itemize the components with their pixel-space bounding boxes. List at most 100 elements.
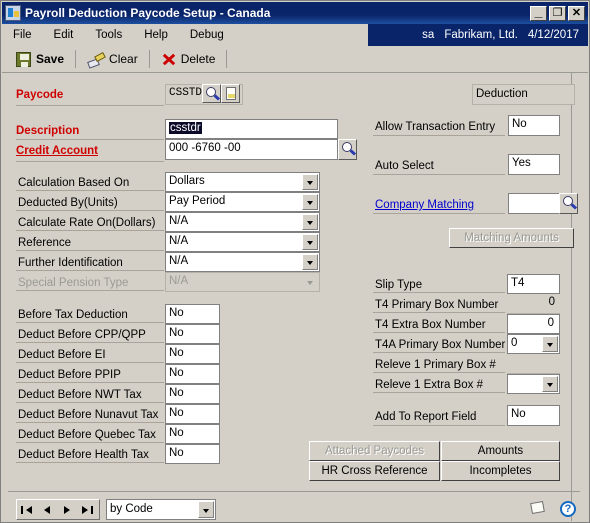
deduct-before-cpp-qpp-value[interactable]: No [165,324,220,344]
chevron-down-icon[interactable] [542,376,558,392]
reference-dropdown[interactable]: N/A [165,232,320,252]
deduct-before-quebec-tax-value[interactable]: No [165,424,220,444]
incompletes-button[interactable]: Incompletes [441,461,560,481]
toolbar-separator [148,50,150,68]
menu-file[interactable]: File [2,26,43,44]
calculation-based-on-dropdown[interactable]: Dollars [165,172,320,192]
calculation-based-on-label: Calculation Based On [18,177,130,189]
deduct-before-health-tax-value[interactable]: No [165,444,220,464]
chevron-down-icon[interactable] [302,194,318,210]
close-button[interactable]: ✕ [568,5,585,21]
deduct-before-nwt-tax-value[interactable]: No [165,384,220,404]
further-identification-dropdown[interactable]: N/A [165,252,320,272]
t4-extra-box-number-value[interactable]: 0 [507,314,560,334]
save-icon [16,51,31,67]
allow-transaction-entry-label: Allow Transaction Entry [375,121,496,133]
t4a-primary-box-number-label: T4A Primary Box Number [375,339,506,351]
paycode-new-document-icon[interactable] [221,84,240,103]
chevron-down-icon[interactable] [198,501,214,518]
chevron-down-icon[interactable] [302,254,318,270]
menu-edit[interactable]: Edit [43,26,85,44]
row-underline [16,382,164,383]
chevron-down-icon[interactable] [302,174,318,190]
window-scroll-region[interactable] [571,73,588,521]
special-pension-type-value: N/A [169,275,189,287]
hr-cross-reference-button[interactable]: HR Cross Reference [309,461,440,481]
help-icon[interactable]: ? [560,501,576,517]
row-underline [373,174,505,175]
calculate-rate-on-dollars-label: Calculate Rate On(Dollars) [18,217,156,229]
paycode-lookup-icon[interactable] [202,84,221,103]
credit-account-link[interactable]: Credit Account [16,145,98,158]
paycode-label: Paycode [16,89,64,101]
reference-label: Reference [18,237,72,249]
deduct-before-nunavut-tax-label: Deduct Before Nunavut Tax [18,409,159,421]
toolbar-separator [75,50,77,68]
description-label: Description [16,125,80,137]
attached-paycodes-button: Attached Paycodes [309,441,440,461]
amounts-button[interactable]: Amounts [441,441,560,461]
next-record-button[interactable] [57,500,77,519]
row-underline [16,190,164,191]
session-info: sa Fabrikam, Ltd. 4/12/2017 [368,24,588,46]
close-icon: ✕ [571,6,582,19]
maximize-button[interactable]: ❐ [549,5,566,21]
last-record-button[interactable] [77,500,97,519]
deduct-before-quebec-tax-label: Deduct Before Quebec Tax [18,429,156,441]
row-underline [373,213,505,214]
credit-account-lookup-icon[interactable] [338,139,357,160]
description-input[interactable]: csstdr [165,119,338,139]
slip-type-value[interactable]: T4 [507,274,560,294]
save-button[interactable]: Save [10,48,70,70]
auto-select-label: Auto Select [375,160,434,172]
row-underline [16,270,164,271]
deduct-before-ei-value[interactable]: No [165,344,220,364]
menu-debug[interactable]: Debug [179,26,235,44]
note-icon[interactable] [530,500,547,518]
clear-button[interactable]: Clear [81,48,144,70]
deducted-by-units-dropdown[interactable]: Pay Period [165,192,320,212]
chevron-down-icon[interactable] [302,234,318,250]
paycode-type-badge: Deduction [472,84,575,105]
before-tax-deduction-value[interactable]: No [165,304,220,324]
first-record-button[interactable] [17,500,37,519]
chevron-down-icon[interactable] [542,336,558,352]
t4a-primary-box-number-value: 0 [511,337,518,349]
releve-1-extra-box-dropdown[interactable] [507,374,560,394]
delete-button-label: Delete [180,52,216,66]
special-pension-type-dropdown: N/A [165,272,320,292]
chevron-down-icon[interactable] [302,214,318,230]
deduct-before-nunavut-tax-value[interactable]: No [165,404,220,424]
t4-primary-box-number-value: 0 [507,294,560,314]
company-matching-lookup-icon[interactable] [559,193,578,214]
last-record-icon [82,505,88,514]
row-underline [16,362,164,363]
session-date: 4/12/2017 [527,29,579,41]
sort-by-dropdown[interactable]: by Code [106,499,216,520]
row-underline [16,322,164,323]
minimize-button[interactable]: _ [530,4,547,21]
auto-select-value[interactable]: Yes [508,154,560,175]
releve-1-primary-box-value [507,354,560,374]
menu-tools[interactable]: Tools [84,26,133,44]
t4a-primary-box-number-dropdown[interactable]: 0 [507,334,560,354]
row-underline [16,230,164,231]
deduct-before-health-tax-label: Deduct Before Health Tax [18,449,149,461]
deducted-by-units-label: Deducted By(Units) [18,197,118,209]
description-label-underline [16,139,164,140]
previous-record-button[interactable] [37,500,57,519]
eraser-icon [87,52,104,67]
deduct-before-nwt-tax-label: Deduct Before NWT Tax [18,389,142,401]
calculate-rate-on-dollars-dropdown[interactable]: N/A [165,212,320,232]
first-record-icon [26,505,32,514]
deduct-before-ppip-value[interactable]: No [165,364,220,384]
add-to-report-field-value[interactable]: No [507,405,560,426]
delete-button[interactable]: Delete [155,48,222,70]
reference-value: N/A [169,235,189,247]
company-matching-input[interactable] [508,193,560,214]
company-matching-link[interactable]: Company Matching [375,199,474,212]
credit-account-input[interactable]: 000 -6760 -00 [165,139,338,160]
row-underline [373,292,505,293]
menu-help[interactable]: Help [133,26,179,44]
allow-transaction-entry-value[interactable]: No [508,115,560,136]
